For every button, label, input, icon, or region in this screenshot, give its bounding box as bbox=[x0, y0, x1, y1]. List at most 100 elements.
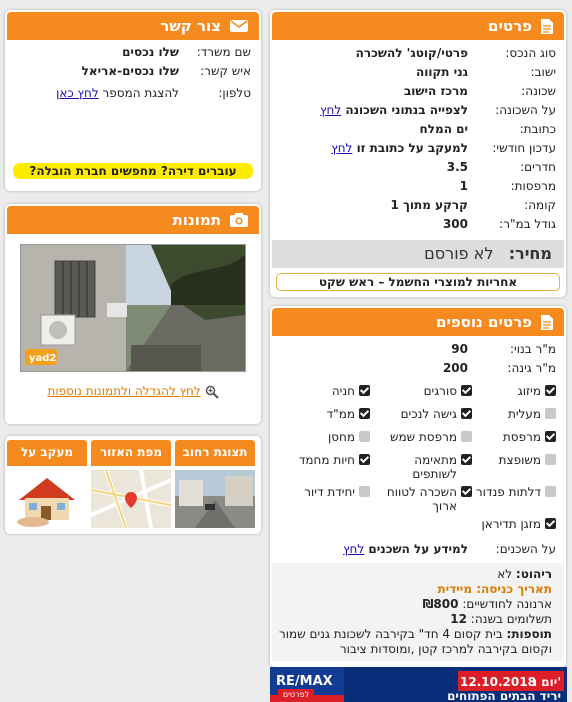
feature-label: מתאימה לשותפים bbox=[412, 453, 457, 481]
contact-header: צור קשר bbox=[7, 12, 259, 40]
detail-value: פרטי/קוטג' להשכרה bbox=[355, 46, 468, 60]
unchecked-checkbox bbox=[545, 408, 556, 419]
tab-track-property[interactable]: מעקב על הנכס bbox=[7, 440, 87, 531]
detail-label: מרפסות: bbox=[510, 179, 556, 193]
checked-checkbox bbox=[545, 518, 556, 529]
tab-street-view[interactable]: תצוגת רחוב bbox=[175, 440, 255, 531]
feature-item: מתאימה לשותפים bbox=[370, 451, 472, 481]
more-row: מ"ר גינה: 200 bbox=[280, 359, 556, 378]
neighbors-label: על השכנים: bbox=[495, 542, 556, 556]
feature-label: חיות מחמד bbox=[298, 453, 355, 467]
feature-item: חיות מחמד bbox=[280, 451, 370, 481]
detail-label: כתובת: bbox=[519, 122, 556, 136]
feature-label: מיזוג bbox=[517, 384, 541, 398]
unchecked-checkbox bbox=[359, 431, 370, 442]
contact-rows: שם משרד: שלו נכסים איש קשר: שלו נכסים-אריא… bbox=[7, 40, 259, 103]
extra-info: ריהוט: לא תאריך כניסה: מיידית ארנונה לחו… bbox=[272, 563, 564, 661]
right-column: פרטים סוג הנכס: פרטי/קוטג' להשכרה ישוב: גני… bbox=[270, 10, 566, 676]
remax-banner[interactable]: RE/MAX לפרטים יום ו' 12.10.2018 יריד הבת… bbox=[270, 667, 567, 702]
tab-area-map[interactable]: מפת האזור bbox=[90, 440, 172, 531]
movers-banner[interactable]: עוברים דירה? מחפשים חברת הובלה? bbox=[13, 163, 253, 179]
camera-icon bbox=[230, 213, 248, 227]
feature-item: מרפסת bbox=[472, 428, 556, 449]
checked-checkbox bbox=[461, 385, 472, 396]
details-header: פרטים bbox=[272, 12, 564, 40]
contact-title: צור קשר bbox=[160, 17, 221, 35]
house-thumbnail bbox=[7, 470, 87, 528]
checked-checkbox bbox=[545, 431, 556, 442]
feature-item: דלתות פנדור bbox=[472, 483, 556, 513]
tabs-row: תצוגת רחוב מפת האזור מעקב על הנכס bbox=[7, 438, 259, 533]
feature-label: סורגים bbox=[423, 384, 457, 398]
feature-label: יחידת דיור bbox=[304, 485, 355, 499]
detail-row: שכונה: מרכז הישוב bbox=[280, 82, 556, 101]
detail-link[interactable]: לחץ bbox=[320, 103, 341, 117]
checked-checkbox bbox=[359, 454, 370, 465]
more-details-title: פרטים נוספים bbox=[435, 313, 532, 331]
feature-item: סורגים bbox=[370, 382, 472, 403]
photos-header: תמונות bbox=[7, 206, 259, 234]
neighbors-link[interactable]: לחץ bbox=[343, 542, 364, 556]
unchecked-checkbox bbox=[359, 486, 370, 497]
warranty-banner[interactable]: אחריות למוצרי החשמל – ראש שקט bbox=[276, 273, 560, 291]
detail-value: למעקב על כתובת זו לחץ bbox=[331, 141, 468, 155]
price-value: לא פורסם bbox=[424, 244, 494, 263]
more-label: מ"ר בנוי: bbox=[510, 342, 556, 356]
detail-value: ים המלח bbox=[419, 122, 469, 136]
feature-item: מזגן תדיראן bbox=[472, 515, 556, 536]
feature-item: יחידת דיור bbox=[280, 483, 370, 513]
feature-label: השכרה לטווח ארוך bbox=[386, 485, 457, 513]
neighbors-value: למידע על השכנים לחץ bbox=[343, 542, 468, 556]
detail-row: מרפסות: 1 bbox=[280, 177, 556, 196]
remax-ad: RE/MAX לפרטים יום ו' 12.10.2018 יריד הבת… bbox=[270, 667, 567, 702]
feature-label: מרפסת שמש bbox=[389, 430, 457, 444]
show-phone-link[interactable]: לחץ כאן bbox=[56, 84, 99, 103]
document-icon bbox=[541, 18, 553, 34]
feature-item: מיזוג bbox=[472, 382, 556, 403]
enlarge-photos-link[interactable]: לחץ להגדלה ולתמונות נוספות bbox=[47, 384, 200, 398]
detail-row: קומה: קרקע מתוך 1 bbox=[280, 196, 556, 215]
detail-value: 300 bbox=[442, 217, 468, 231]
detail-label: חדרים: bbox=[520, 160, 556, 174]
detail-value: קרקע מתוך 1 bbox=[390, 198, 468, 212]
more-value: 90 bbox=[451, 342, 468, 356]
document-icon bbox=[541, 314, 553, 330]
price-label: מחיר: bbox=[508, 244, 552, 263]
property-photo[interactable]: yad2 bbox=[20, 244, 246, 372]
details-rows: סוג הנכס: פרטי/קוטג' להשכרה ישוב: גני תקווה… bbox=[272, 40, 564, 234]
feature-label: חניה bbox=[331, 384, 355, 398]
more-value: 200 bbox=[442, 361, 468, 375]
checked-checkbox bbox=[461, 486, 472, 497]
detail-row: ישוב: גני תקווה bbox=[280, 63, 556, 82]
feature-label: ממ"ד bbox=[326, 407, 355, 421]
svg-text:12.10.2018: 12.10.2018 bbox=[460, 675, 536, 689]
svg-text:יריד הבתים הפתוחים: יריד הבתים הפתוחים bbox=[447, 689, 561, 702]
payments-row: תשלומים בשנה: 12 bbox=[450, 612, 552, 626]
unchecked-checkbox bbox=[461, 431, 472, 442]
detail-row: כתובת: ים המלח bbox=[280, 120, 557, 139]
detail-row: סוג הנכס: פרטי/קוטג' להשכרה bbox=[280, 44, 556, 63]
detail-value: גני תקווה bbox=[415, 65, 468, 79]
more-details-header: פרטים נוספים bbox=[272, 308, 564, 336]
feature-item: משופצת bbox=[472, 451, 556, 481]
neighbors-row: על השכנים: למידע על השכנים לחץ bbox=[280, 540, 556, 559]
svg-text:יום ו': יום ו' bbox=[533, 675, 561, 689]
detail-link[interactable]: לחץ bbox=[331, 141, 352, 155]
more-label: מ"ר גינה: bbox=[507, 361, 556, 375]
checked-checkbox bbox=[359, 408, 370, 419]
zoom-icon bbox=[205, 385, 219, 399]
furniture-row: ריהוט: לא bbox=[497, 567, 552, 581]
feature-item: חניה bbox=[280, 382, 370, 403]
unchecked-checkbox bbox=[545, 486, 556, 497]
detail-value: לצפייה בנתוני השכונה לחץ bbox=[320, 103, 468, 117]
checked-checkbox bbox=[545, 385, 556, 396]
arnona-row: ארנונה לחודשיים: ₪800 bbox=[422, 597, 552, 611]
more-details-panel: פרטים נוספים מ"ר בנוי: 90 מ"ר גינה: 200 מיז… bbox=[270, 306, 566, 667]
checked-checkbox bbox=[461, 454, 472, 465]
detail-label: ישוב: bbox=[530, 65, 556, 79]
feature-label: מחסן bbox=[327, 430, 355, 444]
detail-row: גודל במ"ר: 300 bbox=[280, 215, 556, 234]
street-view-thumbnail bbox=[175, 470, 255, 528]
detail-label: שכונה: bbox=[521, 84, 556, 98]
feature-item: מחסן bbox=[280, 428, 370, 449]
